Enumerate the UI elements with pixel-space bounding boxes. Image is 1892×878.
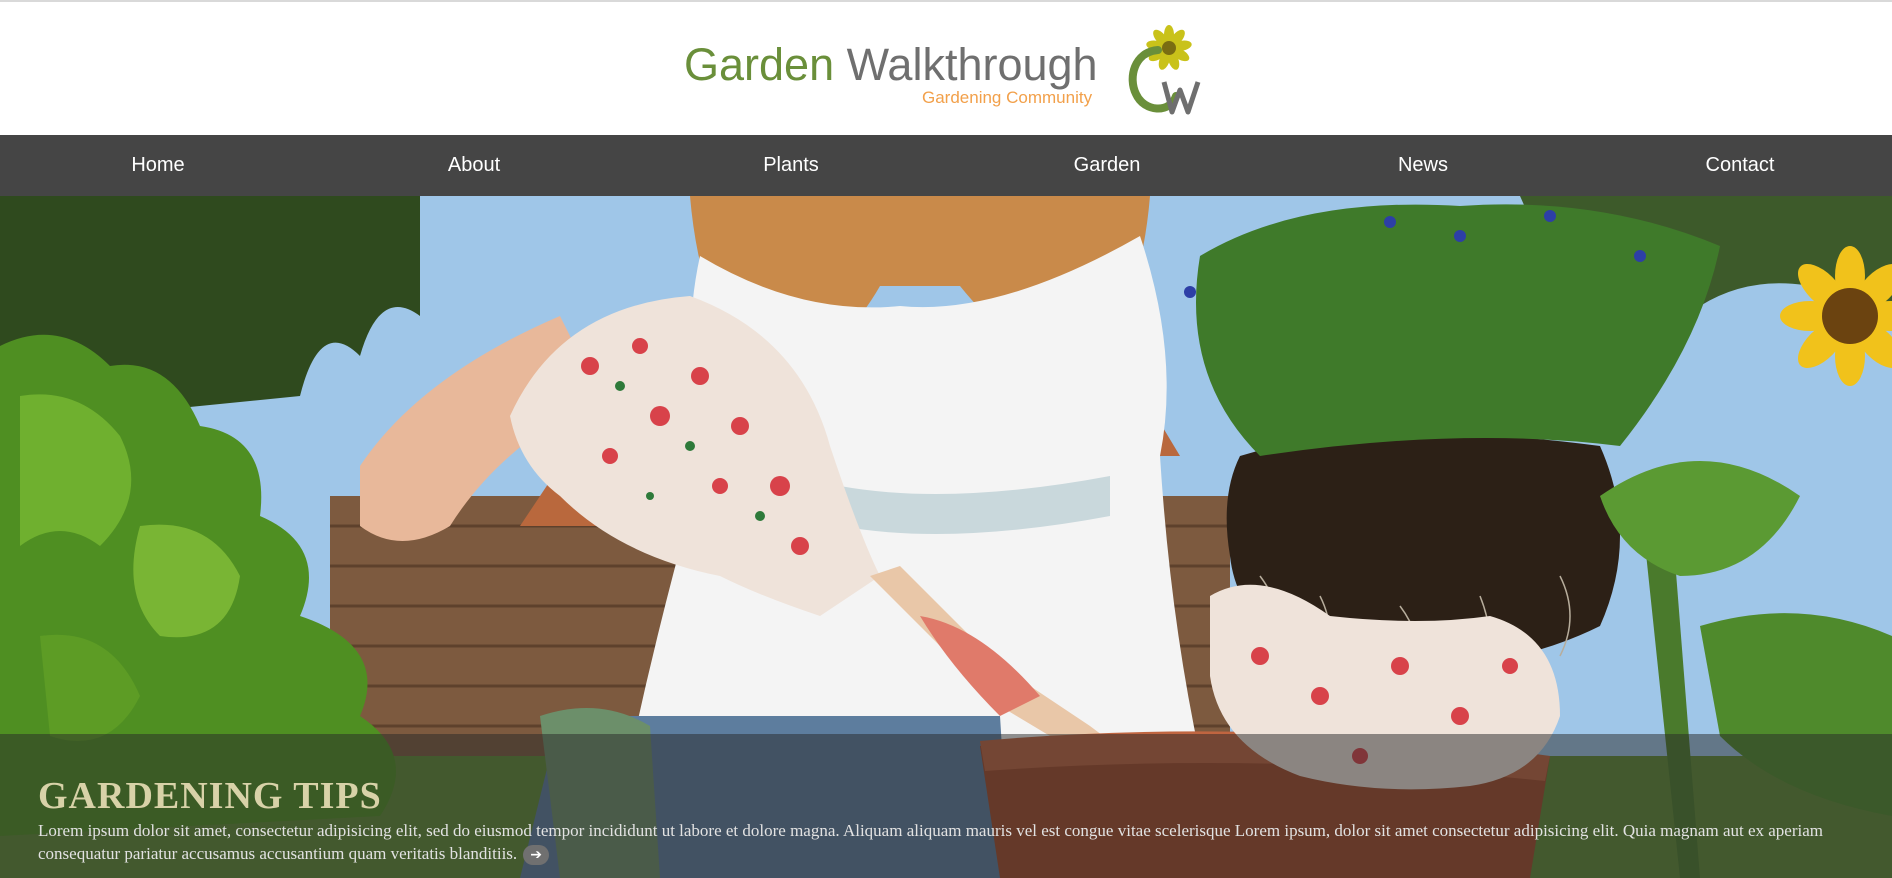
arrow-right-icon[interactable]: ➔ — [523, 845, 550, 866]
hero-slider: GARDENING TIPS Lorem ipsum dolor sit ame… — [0, 196, 1892, 878]
logo-subtitle: Gardening Community — [922, 88, 1093, 107]
logo-title: Garden Walkthrough — [684, 40, 1098, 90]
site-header: Garden Walkthrough Gardening Community — [0, 2, 1892, 135]
nav-garden[interactable]: Garden — [1074, 135, 1141, 196]
nav-home[interactable]: Home — [131, 135, 184, 196]
nav-about[interactable]: About — [448, 135, 500, 196]
logo-title-walkthrough: Walkthrough — [846, 39, 1098, 90]
hero-description: Lorem ipsum dolor sit amet, consectetur … — [38, 821, 1823, 863]
site-logo[interactable]: Garden Walkthrough Gardening Community — [684, 20, 1214, 120]
main-navigation: Home About Plants Garden News Contact — [0, 135, 1892, 196]
nav-news[interactable]: News — [1398, 135, 1448, 196]
flower-logo-icon — [1128, 25, 1201, 115]
hero-caption: GARDENING TIPS Lorem ipsum dolor sit ame… — [0, 734, 1892, 878]
logo-title-garden: Garden — [684, 39, 835, 90]
nav-contact[interactable]: Contact — [1706, 135, 1775, 196]
hero-text: Lorem ipsum dolor sit amet, consectetur … — [38, 819, 1868, 866]
hero-title: GARDENING TIPS — [38, 775, 382, 817]
nav-plants[interactable]: Plants — [763, 135, 819, 196]
